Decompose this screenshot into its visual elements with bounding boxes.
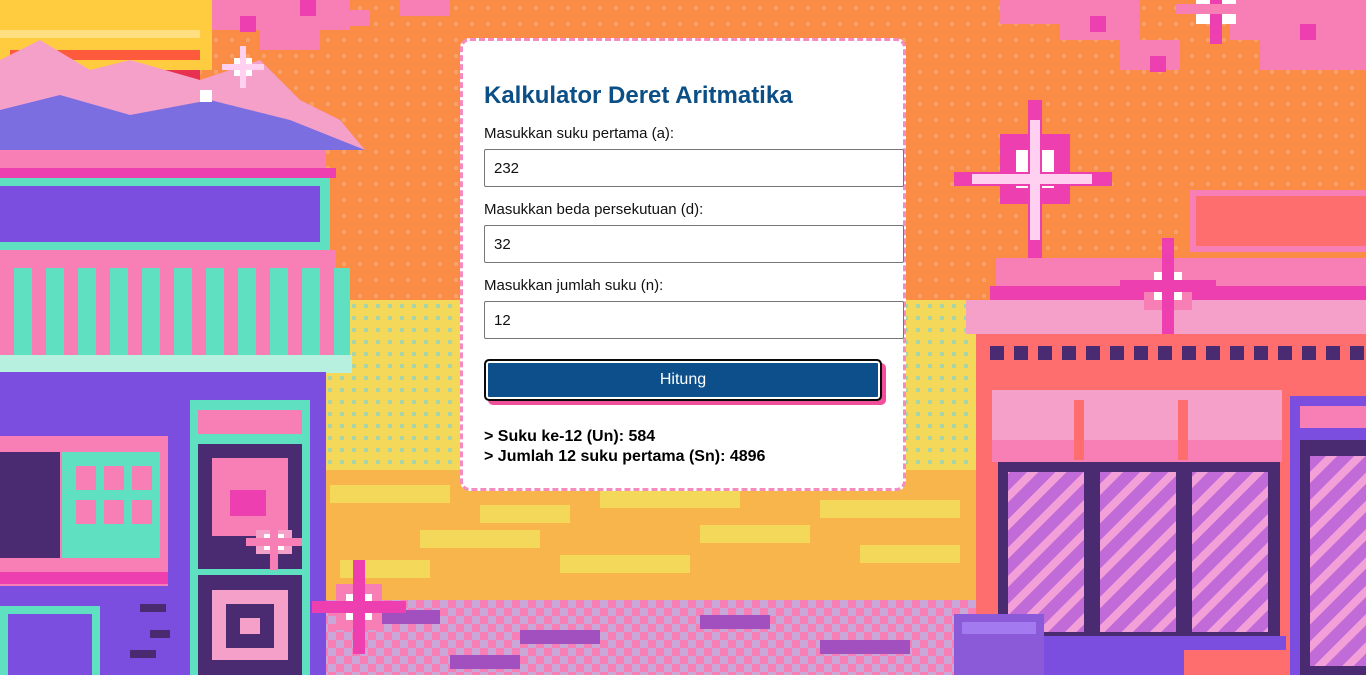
calculate-button[interactable]: Hitung (484, 359, 882, 401)
nth-term-result: > Suku ke-12 (Un): 584 (484, 428, 656, 445)
calculator-card: Kalkulator Deret Aritmatika Masukkan suk… (460, 38, 906, 491)
first-term-label: Masukkan suku pertama (a): (484, 125, 675, 142)
term-count-input[interactable] (484, 301, 904, 339)
calculate-button-wrapper: Hitung (484, 359, 886, 405)
results-panel: > Suku ke-12 (Un): 584 > Jumlah 12 suku … (484, 427, 903, 467)
calculator-title: Kalkulator Deret Aritmatika (484, 82, 793, 109)
term-count-label: Masukkan jumlah suku (n): (484, 277, 664, 294)
common-difference-label: Masukkan beda persekutuan (d): (484, 201, 704, 218)
sum-result: > Jumlah 12 suku pertama (Sn): 4896 (484, 448, 766, 465)
first-term-input[interactable] (484, 149, 904, 187)
common-difference-input[interactable] (484, 225, 904, 263)
